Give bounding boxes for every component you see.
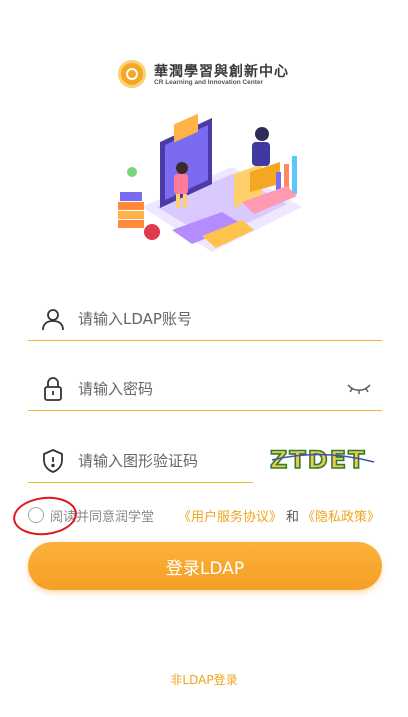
brand-emblem-icon xyxy=(118,60,146,88)
captcha-text: ZTDET xyxy=(270,446,366,474)
brand-title: 華潤學習與創新中心 xyxy=(154,64,289,80)
agreement-row: 阅读并同意润学堂 《用户服务协议》 和 《隐私政策》 xyxy=(28,505,388,525)
terms-link[interactable]: 《用户服务协议》 xyxy=(178,506,282,525)
brand-logo: 華潤學習與創新中心 CR Learning and Innovation Cen… xyxy=(118,60,298,90)
agreement-and: 和 xyxy=(286,510,300,525)
username-field[interactable]: 请输入LDAP账号 xyxy=(28,296,382,341)
lock-icon xyxy=(40,376,66,402)
eye-closed-icon[interactable] xyxy=(346,380,372,396)
captcha-input[interactable]: 请输入图形验证码 xyxy=(78,450,198,471)
username-input[interactable]: 请输入LDAP账号 xyxy=(78,308,192,329)
login-button[interactable]: 登录LDAP xyxy=(28,542,382,590)
password-field[interactable]: 请输入密码 xyxy=(28,366,382,411)
privacy-link[interactable]: 《隐私政策》 xyxy=(302,506,380,525)
brand-subtitle: CR Learning and Innovation Center xyxy=(154,79,264,86)
annotation-circle xyxy=(11,493,79,539)
hero-illustration xyxy=(112,112,312,277)
captcha-image[interactable]: ZTDET xyxy=(262,440,382,476)
captcha-field[interactable]: 请输入图形验证码 xyxy=(28,438,253,483)
user-icon xyxy=(40,306,66,332)
non-ldap-login-link[interactable]: 非LDAP登录 xyxy=(0,671,408,688)
shield-icon xyxy=(40,448,66,474)
password-input[interactable]: 请输入密码 xyxy=(78,378,153,399)
